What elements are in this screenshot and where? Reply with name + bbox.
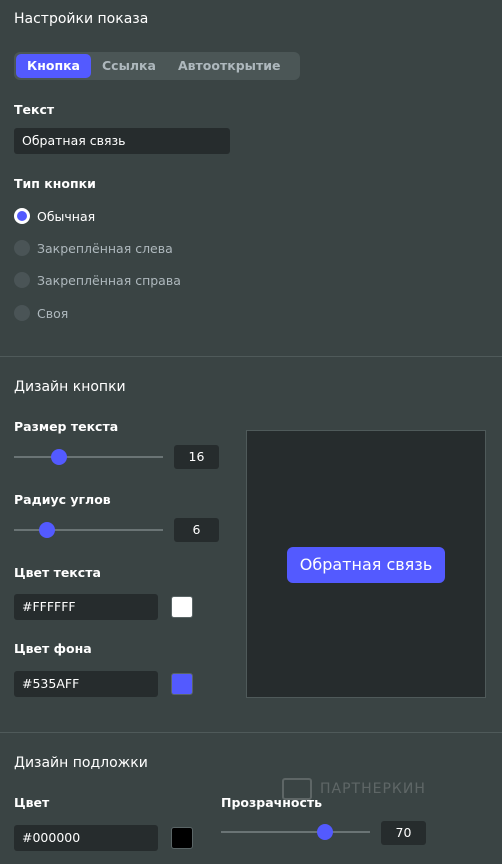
text-size-slider[interactable] bbox=[14, 449, 163, 465]
text-color-swatch[interactable] bbox=[171, 596, 193, 618]
text-color-input[interactable] bbox=[14, 594, 158, 620]
radio-label: Закреплённая слева bbox=[37, 240, 173, 256]
tab-link[interactable]: Ссылка bbox=[91, 54, 167, 78]
radio-label: Своя bbox=[37, 305, 69, 321]
radio-option-custom[interactable]: Своя bbox=[14, 304, 68, 322]
slider-track bbox=[14, 456, 163, 458]
backdrop-color-label: Цвет bbox=[14, 795, 50, 810]
text-size-value[interactable]: 16 bbox=[174, 445, 219, 469]
opacity-slider[interactable] bbox=[221, 824, 370, 840]
radio-label: Обычная bbox=[37, 208, 96, 224]
slider-thumb[interactable] bbox=[317, 824, 334, 840]
radio-option-fixed-left[interactable]: Закреплённая слева bbox=[14, 239, 173, 257]
slider-thumb[interactable] bbox=[38, 522, 55, 538]
text-color-label: Цвет текста bbox=[14, 565, 101, 580]
section-divider bbox=[0, 732, 502, 733]
bg-color-label: Цвет фона bbox=[14, 641, 92, 656]
opacity-value[interactable]: 70 bbox=[381, 821, 426, 845]
section-divider bbox=[0, 356, 502, 357]
section-title-show-settings: Настройки показа bbox=[14, 11, 149, 27]
section-title-button-design: Дизайн кнопки bbox=[14, 379, 126, 395]
radio-unchecked-icon[interactable] bbox=[14, 305, 30, 321]
radio-option-regular[interactable]: Обычная bbox=[14, 207, 95, 225]
radio-label: Закреплённая справа bbox=[37, 272, 181, 288]
button-preview: Обратная связь bbox=[246, 430, 486, 698]
section-title-backdrop-design: Дизайн подложки bbox=[14, 755, 148, 771]
opacity-label: Прозрачность bbox=[221, 795, 323, 810]
corner-radius-value[interactable]: 6 bbox=[174, 518, 219, 542]
tab-button[interactable]: Кнопка bbox=[16, 54, 91, 78]
radio-unchecked-icon[interactable] bbox=[14, 240, 30, 256]
tab-autoopen[interactable]: Автооткрытие bbox=[167, 54, 291, 78]
mode-tabs: Кнопка Ссылка Автооткрытие bbox=[14, 52, 300, 80]
text-label: Текст bbox=[14, 102, 55, 117]
button-text-input[interactable] bbox=[14, 128, 230, 154]
watermark-text: ПАРТНЕРКИН bbox=[320, 781, 426, 797]
corner-radius-label: Радиус углов bbox=[14, 492, 111, 507]
preview-button: Обратная связь bbox=[287, 547, 445, 583]
slider-thumb[interactable] bbox=[50, 449, 67, 465]
backdrop-color-input[interactable] bbox=[14, 825, 158, 851]
radio-option-fixed-right[interactable]: Закреплённая справа bbox=[14, 271, 181, 289]
button-type-label: Тип кнопки bbox=[14, 176, 96, 191]
slider-track bbox=[14, 529, 163, 531]
bg-color-swatch[interactable] bbox=[171, 673, 193, 695]
slider-track bbox=[221, 831, 370, 833]
backdrop-color-swatch[interactable] bbox=[171, 827, 193, 849]
bg-color-input[interactable] bbox=[14, 671, 158, 697]
corner-radius-slider[interactable] bbox=[14, 522, 163, 538]
text-size-label: Размер текста bbox=[14, 419, 119, 434]
radio-unchecked-icon[interactable] bbox=[14, 272, 30, 288]
radio-checked-icon[interactable] bbox=[14, 208, 30, 224]
